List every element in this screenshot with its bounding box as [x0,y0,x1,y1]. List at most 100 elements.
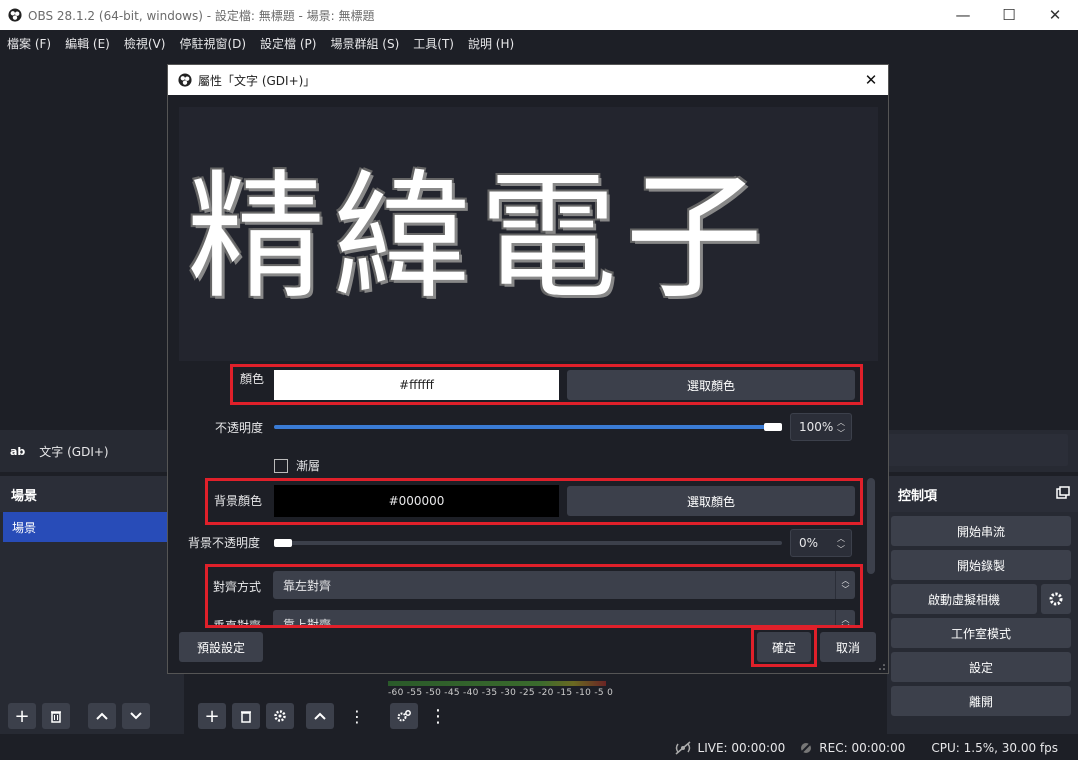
menu-profile[interactable]: 設定檔 (P) [253,35,323,52]
cancel-button[interactable]: 取消 [820,632,876,662]
maximize-button[interactable]: ☐ [986,0,1032,30]
alignment-clip: 對齊方式 靠左對齊 ︿﹀ 垂直對齊 靠上對齊 ︿﹀ [208,567,860,625]
chevron-down-icon [130,712,142,720]
add-scene-button[interactable]: + [8,703,36,729]
opacity-slider-thumb[interactable] [764,423,782,431]
properties-dialog: 屬性「文字 (GDI+)」 ✕ 精緯電子 顏色 #ffffff 選取顏色 不透明… [167,64,889,674]
selected-source-name: 文字 (GDI+) [39,444,109,459]
mixer-toolbar: ⋮ [390,700,458,732]
mixer-settings-button[interactable] [390,703,418,729]
more-options-icon[interactable]: ⋮ [348,703,366,729]
obs-logo-icon [178,73,192,87]
valign-label: 垂直對齊 [213,617,261,625]
audio-meter-scale: -60 -55 -50 -45 -40 -35 -30 -25 -20 -15 … [388,688,614,698]
chevron-up-icon [314,712,326,720]
select-arrows-icon: ︿﹀ [835,610,855,625]
spin-arrows-icon[interactable]: ︿ ﹀ [837,417,845,439]
align-value: 靠左對齊 [283,578,332,593]
gradient-checkbox[interactable] [274,458,288,473]
bg-opacity-slider[interactable] [274,541,782,545]
close-window-button[interactable]: ✕ [1032,0,1078,30]
opacity-spinbox[interactable]: 100% ︿ ﹀ [790,413,852,441]
remove-scene-button[interactable] [42,703,70,729]
preview-text: 精緯電子 [187,157,772,318]
remove-source-button[interactable] [232,703,260,729]
bg-opacity-spinbox[interactable]: 0% ︿ ﹀ [790,529,852,557]
menu-tools[interactable]: 工具(T) [406,35,461,52]
opacity-slider-fill [274,425,782,429]
scenes-dock: 場景 場景 [0,476,184,734]
gradient-label: 漸層 [296,459,321,473]
bg-opacity-slider-thumb[interactable] [274,539,292,547]
defaults-button[interactable]: 預設設定 [179,632,263,662]
bg-color-label: 背景顏色 [214,494,263,508]
exit-button[interactable]: 離開 [891,686,1071,716]
move-source-up-button[interactable] [306,703,334,729]
align-select[interactable]: 靠左對齊 ︿ ﹀ [273,571,855,599]
move-scene-up-button[interactable] [88,703,116,729]
menu-edit[interactable]: 編輯 (E) [58,35,117,52]
menu-view[interactable]: 檢視(V) [117,35,173,52]
live-time: LIVE: 00:00:00 [697,741,786,755]
bg-opacity-value: 0% [799,536,819,550]
live-status: LIVE: 00:00:00 [674,741,786,755]
align-label: 對齊方式 [213,580,262,594]
studio-mode-button[interactable]: 工作室模式 [891,618,1071,648]
color-value-field: #ffffff [274,370,559,400]
controls-dock: 控制項 開始串流 開始錄製 啟動虛擬相機 工作室模式 設定 離開 [887,476,1078,734]
menu-scene-collection[interactable]: 場景群組 (S) [323,35,406,52]
start-streaming-button[interactable]: 開始串流 [891,516,1071,546]
move-scene-down-button[interactable] [122,703,150,729]
minimize-button[interactable]: — [940,0,986,30]
opacity-label: 不透明度 [215,421,264,435]
controls-dock-title: 控制項 [887,476,1078,512]
valign-select[interactable]: 靠上對齊 ︿﹀ [273,610,855,625]
text-source-preview: 精緯電子 [179,107,878,361]
opacity-slider[interactable] [274,425,782,429]
menu-file[interactable]: 檔案 (F) [0,35,58,52]
menu-bar: 檔案 (F) 編輯 (E) 檢視(V) 停駐視窗(D) 設定檔 (P) 場景群組… [0,30,1078,56]
scenes-dock-title: 場景 [0,476,184,512]
virtual-camera-settings-button[interactable] [1041,584,1071,614]
select-arrows-icon: ︿﹀ [835,571,855,599]
trash-icon [51,711,61,723]
controls-title-text: 控制項 [898,488,938,504]
audio-meter [388,681,606,686]
dialog-titlebar: 屬性「文字 (GDI+)」 ✕ [168,65,888,95]
add-source-button[interactable]: + [198,703,226,729]
source-toolbar-area [888,434,1068,466]
select-bg-color-button[interactable]: 選取顏色 [567,486,855,516]
dialog-close-button[interactable]: ✕ [862,71,880,89]
text-source-icon: ab [10,444,26,458]
gears-icon [397,710,411,722]
gear-icon [1049,592,1063,606]
settings-button[interactable]: 設定 [891,652,1071,682]
bg-color-value-field: #000000 [274,485,559,517]
resize-grip-icon[interactable] [878,663,886,671]
plus-icon: + [204,705,220,727]
cpu-fps: CPU: 1.5%, 30.00 fps [931,741,1058,755]
plus-icon: + [14,705,30,727]
window-title: OBS 28.1.2 (64-bit, windows) - 設定檔: 無標題 … [28,8,375,23]
menu-help[interactable]: 說明 (H) [461,35,521,52]
source-properties-button[interactable] [266,703,294,729]
menu-docks[interactable]: 停駐視窗(D) [172,35,253,52]
spin-arrows-icon[interactable]: ︿ ﹀ [837,533,845,555]
select-color-button[interactable]: 選取顏色 [567,370,855,400]
start-recording-button[interactable]: 開始錄製 [891,550,1071,580]
broadcast-off-icon [675,741,691,755]
scene-item[interactable]: 場景 [3,512,181,542]
undock-icon[interactable] [1056,486,1070,500]
valign-value: 靠上對齊 [283,617,332,626]
color-label: 顏色 [240,372,265,386]
mixer-menu-icon[interactable]: ⋮ [424,703,452,729]
gear-icon [274,710,286,722]
sources-toolbar: + ⋮ [198,700,366,732]
scenes-toolbar: + [8,700,156,732]
rec-time: REC: 00:00:00 [819,741,906,755]
window-titlebar: OBS 28.1.2 (64-bit, windows) - 設定檔: 無標題 … [0,0,1078,30]
ok-button[interactable]: 確定 [757,632,811,662]
properties-scrollbar[interactable] [867,478,875,574]
cpu-status: CPU: 1.5%, 30.00 fps [931,741,1058,755]
start-virtual-camera-button[interactable]: 啟動虛擬相機 [891,584,1037,614]
